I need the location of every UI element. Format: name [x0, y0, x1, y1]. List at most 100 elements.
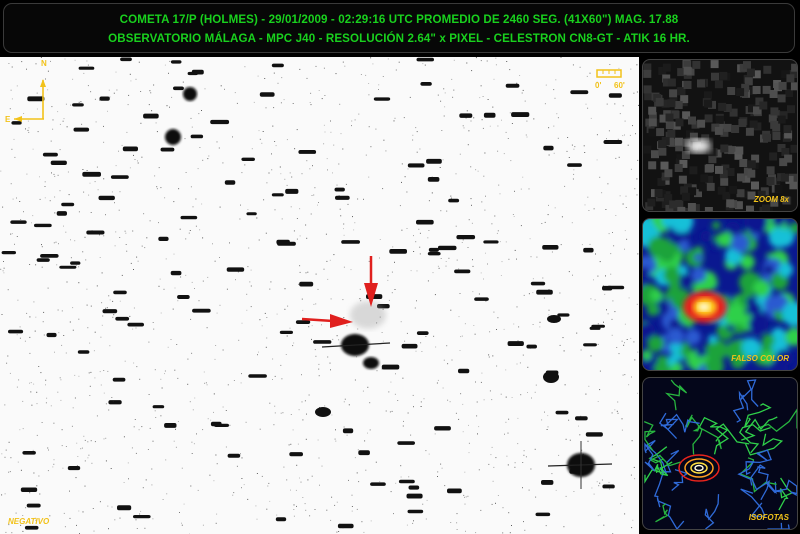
star-trail: [86, 230, 105, 235]
star-trail: [120, 57, 132, 62]
star-trail: [248, 374, 267, 378]
star-trail: [108, 400, 122, 405]
star-trail: [192, 308, 211, 313]
star-trail: [526, 344, 537, 349]
star-trail: [59, 265, 77, 269]
star-trail: [535, 512, 551, 517]
star-trail: [389, 249, 407, 254]
star-trail: [543, 145, 554, 151]
star-trail: [173, 86, 184, 91]
header-banner: COMETA 17/P (HOLMES) - 29/01/2009 - 02:2…: [3, 3, 795, 53]
star-trail: [27, 96, 45, 102]
star-trail: [585, 432, 603, 437]
false-color-panel: FALSO COLOR: [642, 218, 798, 371]
false-color-label: FALSO COLOR: [731, 354, 789, 363]
star-trail: [313, 340, 332, 344]
star-trail: [177, 295, 190, 299]
star-trail: [541, 480, 554, 485]
star-trail: [337, 523, 354, 529]
star-trail: [82, 171, 101, 177]
star-trail: [295, 320, 311, 324]
star-trail: [73, 127, 90, 132]
star-trail: [190, 134, 204, 139]
star-trail: [555, 410, 569, 415]
star-trail: [416, 219, 434, 225]
star-trail: [608, 93, 622, 98]
star-trail: [602, 484, 615, 489]
star-trail: [102, 309, 118, 314]
star-trail: [459, 113, 473, 118]
isophotes-image: [643, 379, 797, 529]
star-trail: [99, 96, 110, 101]
star-trail: [259, 92, 275, 97]
star-trail: [180, 215, 198, 220]
star-trail: [373, 97, 391, 101]
star-trail: [428, 247, 439, 252]
compass-north-label: N: [41, 59, 47, 68]
star-trail: [603, 140, 623, 144]
star-trail: [50, 160, 67, 165]
star-trail: [454, 269, 471, 274]
star-trail: [8, 329, 24, 334]
star-trail: [112, 377, 126, 382]
star-trail: [299, 281, 314, 287]
star-trail: [61, 202, 75, 207]
isophotes-label: ISOFOTAS: [748, 513, 789, 522]
star-trail: [127, 322, 144, 327]
star-trail: [1, 251, 16, 255]
star-trail: [67, 466, 81, 471]
star-trail: [341, 240, 360, 244]
star-trail: [406, 493, 423, 499]
star-trail: [11, 121, 22, 125]
star-trail: [34, 223, 52, 228]
star-trail: [437, 245, 457, 251]
star-trail: [407, 163, 425, 168]
star-trail: [342, 428, 354, 434]
star-trail: [397, 441, 415, 445]
star-trail: [557, 313, 570, 317]
isophotes-panel: ISOFOTAS: [642, 377, 798, 530]
star-trail: [483, 240, 499, 244]
star-trail: [334, 187, 345, 192]
scale-bar-end: 60': [614, 81, 625, 90]
star-trail: [170, 270, 182, 276]
star-trail: [271, 193, 284, 197]
star-trail: [210, 421, 222, 427]
star-trail: [143, 113, 159, 119]
star-trail: [542, 245, 559, 250]
star-trail: [10, 220, 27, 224]
negative-image: N E 0' 60' NEGATIVO: [0, 57, 639, 534]
star-trail: [170, 60, 182, 64]
star-trail: [26, 503, 41, 508]
star-trail: [570, 90, 589, 95]
star-trail: [530, 281, 546, 286]
comet-arrow-vertical: [364, 256, 378, 307]
star-trail: [285, 188, 299, 194]
star-trail: [507, 341, 524, 346]
zoom-panel: ZOOM 8x: [642, 59, 798, 212]
star-trail: [20, 487, 38, 492]
star-trail: [420, 82, 432, 86]
star-trail: [72, 103, 84, 107]
star-trail: [277, 241, 296, 246]
star-trail: [448, 198, 460, 203]
star-trail: [458, 368, 470, 374]
star-trail: [416, 57, 434, 62]
star-trail: [40, 254, 59, 258]
star-trail: [279, 330, 293, 334]
star-trail: [158, 236, 169, 241]
star-field: [0, 57, 639, 534]
star-trail: [98, 195, 115, 201]
header-line-2: OBSERVATORIO MÁLAGA - MPC J40 - RESOLUCI…: [108, 32, 690, 45]
star-trail: [113, 290, 127, 295]
negative-label: NEGATIVO: [8, 517, 50, 526]
star-trail: [607, 285, 625, 290]
star-trail: [152, 405, 165, 409]
star-trail: [426, 158, 442, 164]
scale-bar-start: 0': [595, 81, 602, 90]
star-trail: [408, 485, 420, 490]
star-trail: [583, 247, 594, 253]
star-trail: [381, 364, 400, 370]
star-trail: [42, 152, 58, 157]
star-trail: [505, 83, 520, 88]
